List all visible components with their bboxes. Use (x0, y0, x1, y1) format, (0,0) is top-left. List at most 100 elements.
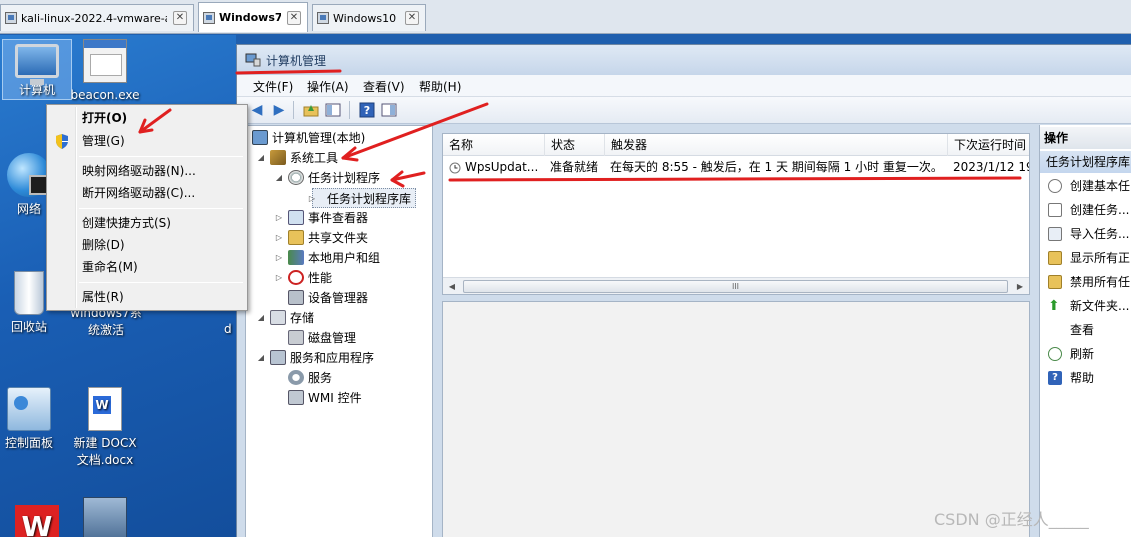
vmware-tab-bar: kali-linux-2022.4-vmware-am... ✕ Windows… (0, 0, 1131, 34)
storage-icon (270, 310, 286, 325)
desktop-icon-label: 新建 DOCX 文档.docx (73, 436, 137, 467)
tree-item-label: 事件查看器 (308, 211, 369, 225)
exe-file-icon (83, 39, 127, 83)
tree-item-root[interactable]: 计算机管理(本地) (252, 128, 365, 148)
tree-item-local-users[interactable]: ▷ 本地用户和组 (276, 248, 380, 268)
tree-item-services-apps[interactable]: ◢ 服务和应用程序 (258, 348, 374, 368)
computer-management-window: 计算机管理 文件(F) 操作(A) 查看(V) 帮助(H) ◀ ▶ ? 计算机管… (236, 44, 1131, 537)
desktop-icon-computer[interactable]: 计算机 (2, 39, 72, 100)
menu-item-rename[interactable]: 重命名(M) (49, 256, 245, 278)
show-hide-tree-icon[interactable] (323, 101, 343, 119)
column-header-next-run[interactable]: 下次运行时间 (948, 134, 1029, 156)
menu-file[interactable]: 文件(F) (253, 78, 293, 95)
action-view[interactable]: 查看 (1040, 319, 1131, 341)
menu-action[interactable]: 操作(A) (307, 78, 349, 95)
tab-windows7[interactable]: Windows7 ✕ (198, 2, 308, 32)
tree-item-performance[interactable]: ▷ 性能 (276, 268, 333, 288)
forward-arrow-icon[interactable]: ▶ (269, 101, 289, 119)
column-header-name[interactable]: 名称 (443, 134, 545, 156)
collapse-arrow-icon[interactable]: ◢ (256, 308, 266, 328)
help-icon[interactable]: ? (357, 101, 377, 119)
menu-item-map-drive[interactable]: 映射网络驱动器(N)... (49, 160, 245, 182)
show-hide-action-pane-icon[interactable] (379, 101, 399, 119)
tree-item-disk-management[interactable]: 磁盘管理 (288, 328, 356, 348)
menu-item-delete[interactable]: 删除(D) (49, 234, 245, 256)
horizontal-scrollbar[interactable]: ◀ III ▶ (443, 277, 1029, 294)
expand-arrow-icon[interactable]: ▷ (307, 189, 317, 209)
action-display-running[interactable]: 显示所有正 (1040, 247, 1131, 269)
tree-item-wmi[interactable]: WMI 控件 (288, 388, 362, 408)
task-list: 名称 状态 触发器 下次运行时间 WpsUpdat... 准备就绪 在每天的 8… (442, 133, 1030, 295)
desktop-icon-docx[interactable]: 新建 DOCX 文档.docx (70, 387, 140, 469)
collapse-arrow-icon[interactable]: ◢ (256, 348, 266, 368)
expand-arrow-icon[interactable]: ▷ (274, 208, 284, 228)
event-viewer-icon (288, 210, 304, 225)
action-import-task[interactable]: 导入任务... (1040, 223, 1131, 245)
column-header-status[interactable]: 状态 (545, 134, 605, 156)
action-create-basic-task[interactable]: 创建基本任 (1040, 175, 1131, 197)
tree-item-label: 计算机管理(本地) (272, 131, 366, 145)
action-label: 查看 (1070, 323, 1095, 337)
desktop-icon-label: 回收站 (10, 320, 47, 334)
tree-item-label: 任务计划程序库 (327, 192, 412, 206)
menu-item-manage[interactable]: 管理(G) (49, 130, 245, 152)
tree-item-storage[interactable]: ◢ 存储 (258, 308, 314, 328)
clock-icon (1048, 179, 1062, 193)
action-label: 刷新 (1070, 347, 1095, 361)
table-row[interactable]: WpsUpdat... 准备就绪 在每天的 8:55 - 触发后，在 1 天 期… (443, 157, 1029, 177)
expand-arrow-icon[interactable]: ▷ (274, 228, 284, 248)
menu-item-properties[interactable]: 属性(R) (49, 286, 245, 308)
task-detail-pane (442, 301, 1030, 537)
menu-item-open[interactable]: 打开(O) (49, 107, 245, 129)
desktop-icon-control-panel[interactable]: 控制面板 (0, 387, 64, 452)
tree-item-task-library[interactable]: ▷ 任务计划程序库 (309, 188, 417, 208)
tree-item-services[interactable]: 服务 (288, 368, 332, 388)
up-folder-icon[interactable] (301, 101, 321, 119)
menu-item-create-shortcut[interactable]: 创建快捷方式(S) (49, 212, 245, 234)
tree-item-event-viewer[interactable]: ▷ 事件查看器 (276, 208, 369, 228)
menu-item-label: 管理(G) (82, 134, 125, 148)
expand-arrow-icon[interactable]: ▷ (274, 268, 284, 288)
action-label: 创建任务... (1070, 203, 1130, 217)
desktop-icon-setup[interactable] (70, 497, 140, 537)
column-header-trigger[interactable]: 触发器 (605, 134, 948, 156)
users-icon (288, 250, 304, 265)
refresh-icon (1048, 347, 1062, 361)
tree-item-device-manager[interactable]: 设备管理器 (288, 288, 368, 308)
action-disable-history[interactable]: 禁用所有任 (1040, 271, 1131, 293)
tab-windows10[interactable]: Windows10 ✕ (312, 4, 426, 31)
expand-arrow-icon[interactable]: ▷ (274, 248, 284, 268)
close-icon[interactable]: ✕ (287, 10, 301, 25)
action-help[interactable]: ? 帮助 (1040, 367, 1131, 389)
menu-view[interactable]: 查看(V) (363, 78, 405, 95)
action-new-folder[interactable]: ⬆ 新文件夹... (1040, 295, 1131, 317)
scroll-right-icon[interactable]: ▶ (1013, 280, 1027, 293)
tree-item-shared-folders[interactable]: ▷ 共享文件夹 (276, 228, 369, 248)
scrollbar-thumb[interactable]: III (463, 280, 1008, 293)
action-refresh[interactable]: 刷新 (1040, 343, 1131, 365)
tree-item-task-scheduler[interactable]: ◢ 任务计划程序 (276, 168, 380, 188)
tree-item-label: 共享文件夹 (308, 231, 369, 245)
desktop-icon-wps[interactable]: W (2, 505, 72, 537)
menu-item-disconnect-drive[interactable]: 断开网络驱动器(C)... (49, 182, 245, 204)
tree-item-system-tools[interactable]: ◢ 系统工具 (258, 148, 338, 168)
tab-kali[interactable]: kali-linux-2022.4-vmware-am... ✕ (0, 4, 194, 31)
tab-label: kali-linux-2022.4-vmware-am... (21, 11, 167, 25)
desktop-icon-beacon[interactable]: beacon.exe (70, 39, 140, 104)
wmi-icon (288, 390, 304, 405)
close-icon[interactable]: ✕ (405, 11, 419, 25)
back-arrow-icon[interactable]: ◀ (247, 101, 267, 119)
scroll-left-icon[interactable]: ◀ (445, 280, 459, 293)
collapse-arrow-icon[interactable]: ◢ (256, 148, 266, 168)
tree-item-label: 性能 (308, 271, 333, 285)
computer-management-icon (245, 53, 261, 67)
partial-desktop-label: d (224, 322, 232, 336)
wps-icon: W (15, 505, 59, 537)
menu-help[interactable]: 帮助(H) (419, 78, 461, 95)
control-panel-icon (7, 387, 51, 431)
import-icon (1048, 227, 1062, 241)
close-icon[interactable]: ✕ (173, 11, 187, 25)
collapse-arrow-icon[interactable]: ◢ (274, 168, 284, 188)
action-create-task[interactable]: 创建任务... (1040, 199, 1131, 221)
actions-section-header[interactable]: 任务计划程序库 (1040, 151, 1131, 173)
